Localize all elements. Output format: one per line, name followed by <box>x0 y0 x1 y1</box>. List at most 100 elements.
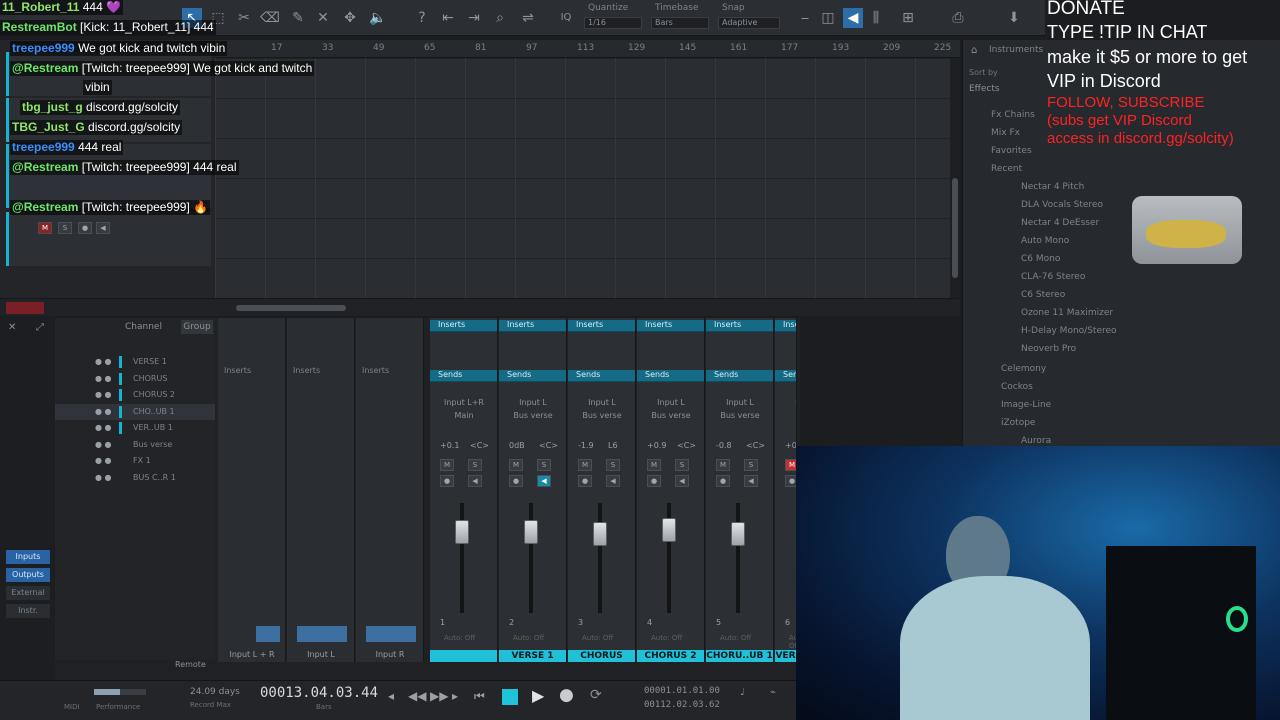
volume-readout[interactable]: 0dB <box>509 441 525 450</box>
automation-mode[interactable]: Auto: Off <box>720 634 751 642</box>
sends-header[interactable]: Sends <box>706 370 773 382</box>
save-icon[interactable]: ⎙ <box>948 8 968 28</box>
browser-item[interactable]: Ozone 11 Maximizer <box>1021 306 1113 320</box>
output-select[interactable]: Main <box>775 411 796 420</box>
rewind-icon[interactable]: ◂ <box>388 689 394 703</box>
visibility-icon[interactable]: ● ● <box>95 387 112 403</box>
browser-item[interactable]: Cockos <box>1001 380 1033 394</box>
nudge-left-icon[interactable]: ⇤ <box>438 8 458 28</box>
record-arm-button[interactable]: ● <box>647 475 661 487</box>
record-arm-button[interactable]: ● <box>509 475 523 487</box>
inserts-header[interactable]: Inserts <box>430 320 497 332</box>
snap-select[interactable]: Adaptive <box>718 17 780 29</box>
browser-item[interactable]: H-Delay Mono/Stereo <box>1021 324 1117 338</box>
visibility-icon[interactable]: ● ● <box>95 453 112 469</box>
visibility-icon[interactable]: ● ● <box>95 420 112 436</box>
time-display[interactable]: 00013.04.03.44 <box>260 685 378 701</box>
input-select[interactable]: Input L <box>499 398 566 407</box>
record-arm-button[interactable]: ● <box>716 475 730 487</box>
browser-item[interactable]: Nectar 4 DeEsser <box>1021 216 1099 230</box>
visibility-icon[interactable]: ● ● <box>95 470 112 486</box>
automation-mode[interactable]: Auto: Off <box>582 634 613 642</box>
visibility-icon[interactable]: ● ● <box>95 354 112 370</box>
input-select[interactable]: Input L <box>637 398 704 407</box>
output-select[interactable]: Bus verse <box>499 411 566 420</box>
browser-item[interactable]: CLA-76 Stereo <box>1021 270 1085 284</box>
volume-fader[interactable] <box>455 520 469 544</box>
mute-button[interactable]: M <box>578 459 592 471</box>
play-button[interactable]: ▶ <box>532 686 544 705</box>
input-select[interactable]: Input L <box>775 398 796 407</box>
pan-readout[interactable]: <C> <box>470 441 489 450</box>
output-select[interactable]: Bus verse <box>637 411 704 420</box>
expand-icon[interactable]: ⤢ <box>36 322 44 333</box>
visibility-icon[interactable]: ● ● <box>95 437 112 453</box>
volume-readout[interactable]: +0.9 <box>647 441 666 450</box>
mixer-nav-external[interactable]: External <box>6 586 50 600</box>
sends-header[interactable]: Sends <box>568 370 635 382</box>
sends-header[interactable]: Sends <box>499 370 566 382</box>
browser-item[interactable]: C6 Stereo <box>1021 288 1065 302</box>
grid-view-icon[interactable]: ⊞ <box>898 8 918 28</box>
browser-item[interactable]: Nectar 4 Pitch <box>1021 180 1084 194</box>
sends-header[interactable]: Sends <box>430 370 497 382</box>
record-arm-button[interactable]: ● <box>578 475 592 487</box>
monitor-button[interactable]: ◀ <box>537 475 551 487</box>
fader-track[interactable] <box>598 503 602 613</box>
volume-fader[interactable] <box>593 522 607 546</box>
tab-group[interactable]: Group <box>181 320 213 334</box>
pan-readout[interactable]: <C> <box>677 441 696 450</box>
mute-button[interactable]: M <box>440 459 454 471</box>
loop-icon[interactable]: ⟳ <box>590 687 602 703</box>
tab-instruments[interactable]: Instruments <box>989 45 1043 55</box>
browser-item[interactable]: Recent <box>991 162 1022 176</box>
track-header[interactable] <box>6 212 211 266</box>
mute-button[interactable]: M <box>716 459 730 471</box>
inserts-header[interactable]: Inserts <box>637 320 704 332</box>
close-icon[interactable]: ✕ <box>8 322 16 333</box>
mixer-nav-inputs[interactable]: Inputs <box>6 550 50 564</box>
mixer-nav-outputs[interactable]: Outputs <box>6 568 50 582</box>
record-arm-button[interactable]: ● <box>78 222 92 234</box>
nudge-right-icon[interactable]: ⇥ <box>464 8 484 28</box>
channel-name-label[interactable]: VERSE 1 <box>499 650 566 662</box>
loop-end[interactable]: 00112.02.03.62 <box>644 700 720 710</box>
browser-item[interactable]: Fx Chains <box>991 108 1035 122</box>
volume-readout[interactable]: +0.1 <box>440 441 459 450</box>
inserts-header[interactable]: Inserts <box>568 320 635 332</box>
monitor-button[interactable]: ◀ <box>744 475 758 487</box>
help-icon[interactable]: ? <box>412 8 432 28</box>
mute-button[interactable]: M <box>38 222 52 234</box>
sends-header[interactable]: Sends <box>637 370 704 382</box>
metronome-icon[interactable]: ♩ <box>740 687 745 698</box>
split-view-icon[interactable]: ⫼ <box>866 8 886 28</box>
channel-list-item[interactable]: ● ● VERSE 1 <box>55 354 215 370</box>
quantize-select[interactable]: 1/16 <box>584 17 642 29</box>
solo-button[interactable]: S <box>468 459 482 471</box>
remote-button[interactable]: Remote <box>175 660 206 669</box>
tab-channel[interactable]: Channel <box>125 322 162 332</box>
channel-name-label[interactable] <box>430 650 497 662</box>
channel-list-item[interactable]: ● ● CHORUS <box>55 371 215 387</box>
monitor-button[interactable]: ◀ <box>96 222 110 234</box>
timebase-select[interactable]: Bars <box>651 17 709 29</box>
solo-button[interactable]: S <box>675 459 689 471</box>
scroll-thumb[interactable] <box>236 305 346 311</box>
output-select[interactable]: Bus verse <box>706 411 773 420</box>
inserts-label[interactable]: Inserts <box>293 366 320 375</box>
volume-fader[interactable] <box>662 518 676 542</box>
channel-list-item[interactable]: ● ● BUS C..R 1 <box>55 470 215 486</box>
zoom-icon[interactable]: ⌕ <box>490 8 510 28</box>
monitor-button[interactable]: ◀ <box>468 475 482 487</box>
channel-name-label[interactable]: CHORUS <box>568 650 635 662</box>
browser-item[interactable]: DLA Vocals Stereo <box>1021 198 1103 212</box>
output-select[interactable]: Bus verse <box>568 411 635 420</box>
return-to-zero-icon[interactable]: ⏮ <box>474 689 485 704</box>
volume-readout[interactable]: -1.9 <box>578 441 594 450</box>
input-select[interactable]: Input L <box>568 398 635 407</box>
record-button[interactable]: ● <box>559 685 574 705</box>
volume-fader[interactable] <box>731 522 745 546</box>
pan-readout[interactable]: <C> <box>746 441 765 450</box>
download-icon[interactable]: ⬇ <box>1004 8 1024 28</box>
channel-list-item[interactable]: ● ● CHORUS 2 <box>55 387 215 403</box>
